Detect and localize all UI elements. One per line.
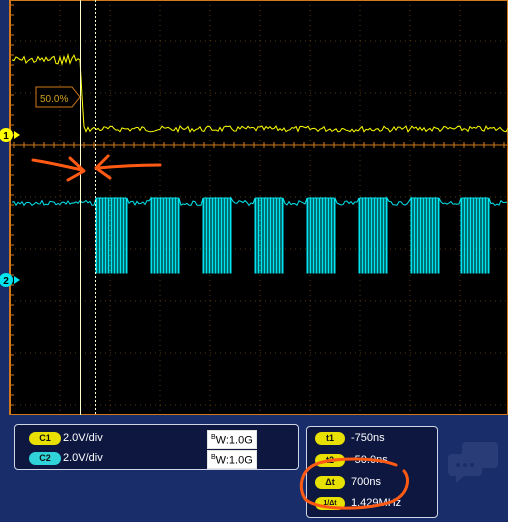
trigger-level-tag: 50.0% (35, 86, 81, 108)
channel-1-scale: 2.0V/div (63, 432, 103, 444)
trigger-level-label: 50.0% (40, 94, 68, 105)
channel-1-chip[interactable]: C1 (29, 432, 61, 445)
channel-1-marker-label: 1 (3, 131, 9, 142)
t1-chip[interactable]: t1 (315, 432, 345, 445)
channel-2-bandwidth-value: 1.0G (228, 454, 253, 467)
channel-2-chip[interactable]: C2 (29, 452, 61, 465)
annotation-circle-icon (299, 457, 409, 510)
channel-2-scale: 2.0V/div (63, 452, 103, 464)
channel-info-panel: C1 2.0V/div BW:1.0G C2 2.0V/div BW:1.0G (14, 424, 299, 470)
channel-1-bandwidth-value: 1.0G (228, 434, 253, 447)
channel-2-marker-label: 2 (3, 276, 9, 287)
t1-value: -750ns (351, 432, 385, 444)
channel-2-bandwidth: BW:1.0G (207, 450, 257, 469)
channel-1-bandwidth: BW:1.0G (207, 430, 257, 449)
chat-bubble-icon (448, 442, 498, 483)
